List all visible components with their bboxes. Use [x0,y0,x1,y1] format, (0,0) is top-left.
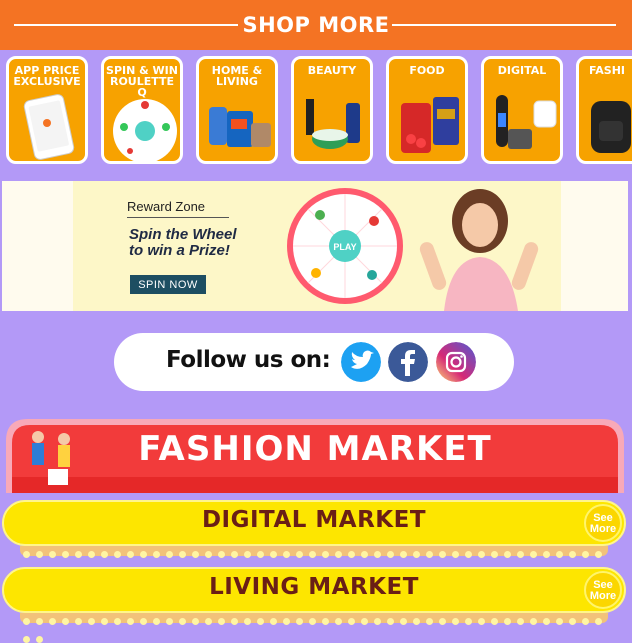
category-carousel[interactable]: APP PRICE EXCLUSIVE SPIN & WIN ROULETTE Q … [0,50,632,170]
reward-headline: Spin the Wheel to win a Prize! [129,227,289,259]
category-label: EXCLUSIVE [13,75,81,88]
marquee-lights [20,613,608,643]
follow-us-text: Follow us on: [166,347,331,373]
category-label: DIGITAL [497,64,547,77]
header-divider-right [392,24,616,26]
category-label: BEAUTY [307,64,357,77]
reward-zone-underline [127,217,229,218]
instagram-icon[interactable] [436,342,476,382]
detergent-image [205,91,271,155]
see-more-button[interactable]: See More [584,504,622,542]
category-tile-app-price[interactable]: APP PRICE EXCLUSIVE [6,56,88,164]
reward-zone-banner[interactable]: Reward Zone Spin the Wheel to win a Priz… [2,181,628,311]
shop-more-header: SHOP MORE [0,0,632,50]
reward-headline-line: to win a Prize! [129,242,230,259]
marquee-lights [20,546,608,576]
cosmetics-image [300,91,364,155]
category-tile-digital[interactable]: DIGITAL [481,56,563,164]
category-tile-food[interactable]: FOOD [386,56,468,164]
wheel-play-label: PLAY [333,242,356,252]
roulette-icon [110,91,177,161]
prize-wheel-icon: PLAY [287,188,403,304]
phone-image [15,91,79,160]
category-label: FOOD [409,64,445,77]
follow-us-bar: Follow us on: [114,333,514,391]
spin-now-button[interactable]: SPIN NOW [130,275,206,294]
shop-more-title: SHOP MORE [242,13,390,37]
category-tile-home-living[interactable]: HOME & LIVING [196,56,278,164]
gadgets-image [490,91,557,155]
facebook-icon[interactable] [388,342,428,382]
fashion-market-title: FASHION MARKET [138,429,492,469]
digital-market-title: DIGITAL MARKET [201,507,427,533]
twitter-icon[interactable] [341,342,381,382]
see-more-button[interactable]: See More [584,571,622,609]
fashion-market-banner[interactable]: FASHION MARKET [4,417,626,495]
category-label: LIVING [216,75,258,88]
header-divider-left [14,24,238,26]
reward-zone-title: Reward Zone [127,199,206,214]
see-more-label: More [589,590,617,602]
living-market-title: LIVING MARKET [209,574,419,600]
digital-market-banner[interactable]: DIGITAL MARKET See More [2,500,626,576]
see-more-label: More [589,523,617,535]
backpack-image [585,91,632,155]
reward-headline-line: Spin the Wheel [129,226,237,243]
category-tile-spin-win[interactable]: SPIN & WIN ROULETTE Q [101,56,183,164]
category-tile-fashion[interactable]: FASHI [576,56,632,164]
living-market-banner[interactable]: LIVING MARKET See More [2,567,626,643]
category-tile-beauty[interactable]: BEAUTY [291,56,373,164]
excited-woman-image [419,189,539,311]
category-label: FASHI [589,64,625,77]
food-pack-image [395,91,459,155]
